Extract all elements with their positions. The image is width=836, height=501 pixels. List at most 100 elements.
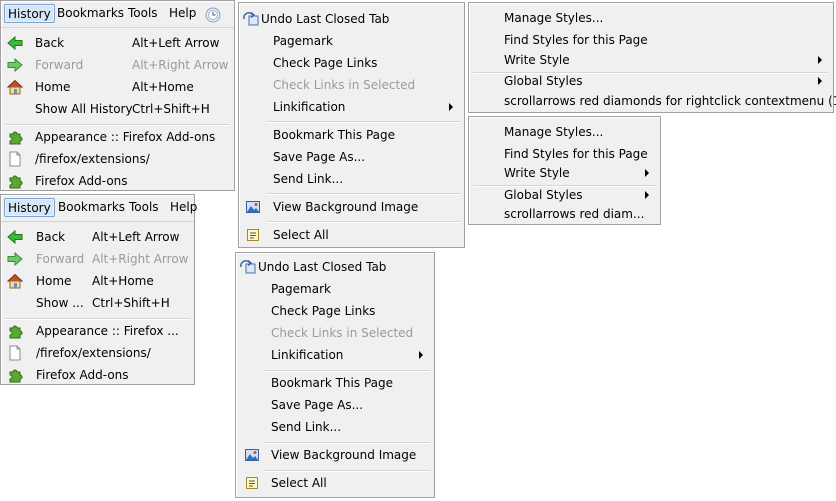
menu-item-home[interactable]: Home Alt+Home: [1, 76, 234, 98]
menu-item-pagemark[interactable]: Pagemark: [239, 30, 464, 52]
menu-item-view-bg-image[interactable]: View Background Image: [239, 196, 464, 218]
menu-item-label: scrollarrows red diam...: [504, 207, 645, 221]
green-left-arrow-icon: [7, 229, 23, 245]
history-entry[interactable]: Firefox Add-ons: [1, 170, 234, 192]
menu-item-home[interactable]: Home Alt+Home: [1, 270, 194, 292]
menu-item-label: Pagemark: [273, 34, 333, 48]
menu-item-style-entry[interactable]: scrollarrows red diamonds for rightclick…: [469, 90, 836, 112]
home-icon: [7, 79, 23, 95]
menu-item-show-all-history[interactable]: Show ... Ctrl+Shift+H: [1, 292, 194, 314]
clock-icon[interactable]: [205, 7, 221, 23]
menubar-tools[interactable]: Tools: [125, 4, 161, 23]
menu-item-label: scrollarrows red diamonds for rightclick…: [504, 94, 836, 108]
menu-item-pagemark[interactable]: Pagemark: [236, 278, 434, 300]
history-menu-wide: History Bookmarks Tools Help Back Alt+Le…: [0, 0, 235, 191]
menu-item-view-bg-image[interactable]: View Background Image: [236, 444, 434, 466]
menu-item-label: Back: [36, 230, 66, 244]
menubar-bookmarks-label: Bookmarks: [58, 200, 126, 214]
menubar-history-label: History: [8, 201, 51, 215]
menu-item-linkification[interactable]: Linkification: [236, 344, 434, 366]
menu-item-send-link[interactable]: Send Link...: [236, 416, 434, 438]
menu-item-manage-styles[interactable]: Manage Styles...: [469, 7, 833, 29]
menu-item-label: View Background Image: [271, 448, 417, 462]
menu-item-style-entry[interactable]: scrollarrows red diam...: [469, 203, 660, 225]
menu-item-label: Send Link...: [271, 420, 342, 434]
menu-item-global-styles[interactable]: Global Styles: [469, 70, 833, 92]
menu-item-accel: Alt+Right Arrow: [132, 58, 229, 72]
menu-item-check-page-links[interactable]: Check Page Links: [239, 52, 464, 74]
menubar-bookmarks[interactable]: Bookmarks: [55, 198, 128, 217]
menu-item-write-style[interactable]: Write Style: [469, 49, 833, 71]
submenu-arrow-icon: [419, 351, 423, 359]
menu-item-select-all[interactable]: Select All: [236, 472, 434, 494]
green-left-arrow-icon: [7, 35, 23, 51]
menubar-help-label: Help: [170, 200, 198, 214]
history-entry[interactable]: /firefox/extensions/: [1, 148, 234, 170]
menu-item-accel: Alt+Right Arrow: [92, 252, 189, 266]
separator: [267, 193, 460, 195]
menu-item-bookmark-page[interactable]: Bookmark This Page: [239, 124, 464, 146]
menu-item-linkification[interactable]: Linkification: [239, 96, 464, 118]
menu-item-write-style[interactable]: Write Style: [469, 162, 660, 184]
menubar-help[interactable]: Help: [167, 198, 200, 217]
home-icon: [7, 273, 23, 289]
history-entry[interactable]: /firefox/extensions/: [1, 342, 194, 364]
undo-tab-icon: [240, 259, 256, 275]
menu-item-label: Undo Last Closed Tab: [261, 12, 390, 26]
history-entry[interactable]: Appearance :: Firefox ...: [1, 320, 194, 342]
history-entry[interactable]: Firefox Add-ons: [1, 364, 194, 386]
menu-item-label: Send Link...: [273, 172, 344, 186]
menubar-tools[interactable]: Tools: [126, 198, 162, 217]
menu-item-back[interactable]: Back Alt+Left Arrow: [1, 226, 194, 248]
menu-item-save-page[interactable]: Save Page As...: [239, 146, 464, 168]
menu-item-label: Appearance :: Firefox Add-ons: [35, 130, 216, 144]
menu-item-label: Linkification: [273, 100, 346, 114]
menu-item-accel: Alt+Home: [92, 274, 154, 288]
menu-item-label: Home: [35, 80, 71, 94]
puzzle-piece-icon: [7, 367, 23, 383]
menu-item-find-styles[interactable]: Find Styles for this Page: [469, 29, 833, 51]
menu-item-select-all[interactable]: Select All: [239, 224, 464, 246]
blank-page-icon: [7, 151, 23, 167]
image-icon: [244, 447, 260, 463]
menu-item-bookmark-page[interactable]: Bookmark This Page: [236, 372, 434, 394]
menubar-history-label: History: [8, 7, 51, 21]
menu-item-check-links-selected[interactable]: Check Links in Selected: [239, 74, 464, 96]
menu-item-undo-closed-tab[interactable]: Undo Last Closed Tab: [239, 8, 464, 30]
menu-item-check-page-links[interactable]: Check Page Links: [236, 300, 434, 322]
puzzle-piece-icon: [7, 173, 23, 189]
menu-item-label: Write Style: [504, 166, 570, 180]
menu-item-label: Check Page Links: [271, 304, 376, 318]
menubar-history[interactable]: History: [4, 198, 55, 217]
menubar-help[interactable]: Help: [166, 4, 199, 23]
menubar-bookmarks[interactable]: Bookmarks: [54, 4, 127, 23]
menu-item-label: Linkification: [271, 348, 344, 362]
green-right-arrow-icon: [7, 57, 23, 73]
image-icon: [245, 199, 261, 215]
menu-item-check-links-selected[interactable]: Check Links in Selected: [236, 322, 434, 344]
undo-tab-icon: [243, 11, 259, 27]
menu-item-save-page[interactable]: Save Page As...: [236, 394, 434, 416]
history-entry[interactable]: Appearance :: Firefox Add-ons: [1, 126, 234, 148]
menubar: History Bookmarks Tools Help: [1, 1, 234, 28]
menu-item-accel: Alt+Left Arrow: [92, 230, 180, 244]
menu-item-show-all-history[interactable]: Show All History Ctrl+Shift+H: [1, 98, 234, 120]
menu-item-back[interactable]: Back Alt+Left Arrow: [1, 32, 234, 54]
menu-item-label: Pagemark: [271, 282, 331, 296]
menu-item-label: Forward: [35, 58, 84, 72]
menu-item-label: Undo Last Closed Tab: [258, 260, 387, 274]
menu-item-label: Firefox Add-ons: [36, 368, 129, 382]
menu-item-label: Manage Styles...: [504, 11, 604, 25]
menu-item-label: Check Links in Selected: [273, 78, 416, 92]
menu-item-send-link[interactable]: Send Link...: [239, 168, 464, 190]
menu-item-label: Global Styles: [504, 74, 583, 88]
menu-item-accel: Ctrl+Shift+H: [92, 296, 170, 310]
menu-item-manage-styles[interactable]: Manage Styles...: [469, 121, 660, 143]
menu-item-forward[interactable]: Forward Alt+Right Arrow: [1, 248, 194, 270]
menubar-history[interactable]: History: [4, 4, 55, 23]
submenu-arrow-icon: [449, 103, 453, 111]
styles-submenu-narrow: Manage Styles... Find Styles for this Pa…: [468, 116, 661, 225]
menu-item-undo-closed-tab[interactable]: Undo Last Closed Tab: [236, 256, 434, 278]
menu-item-forward[interactable]: Forward Alt+Right Arrow: [1, 54, 234, 76]
separator: [267, 221, 460, 223]
